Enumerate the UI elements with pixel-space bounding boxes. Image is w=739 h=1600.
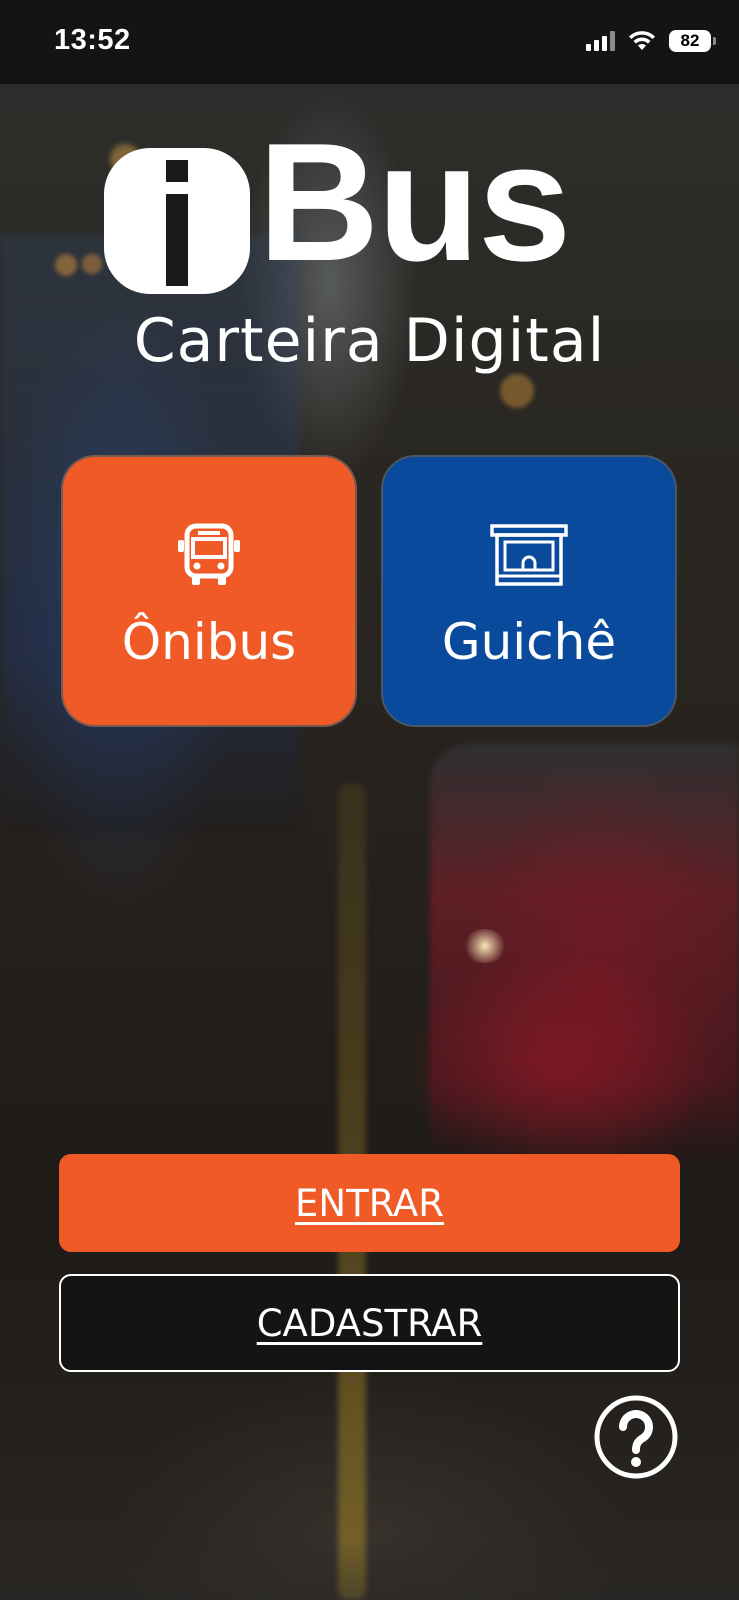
status-time: 13:52 (54, 24, 131, 56)
ticket-booth-icon (488, 521, 570, 589)
register-button[interactable]: CADASTRAR (59, 1274, 680, 1372)
login-button[interactable]: ENTRAR (59, 1154, 680, 1252)
status-bar: 13:52 82 (0, 0, 739, 84)
mode-onibus-button[interactable]: Ônibus (61, 455, 357, 727)
logo-brand-text: Bus (258, 108, 571, 296)
help-icon (594, 1395, 678, 1479)
mode-guiche-button[interactable]: Guichê (381, 455, 677, 727)
signal-icon (586, 31, 615, 51)
app-screen: 13:52 82 Bus Carteira Digital Ônibus Gui… (0, 0, 739, 1600)
battery-level: 82 (680, 31, 700, 50)
logo-i-badge (104, 148, 250, 294)
status-indicators: 82 (586, 30, 716, 52)
help-button[interactable] (593, 1394, 679, 1480)
battery-icon: 82 (669, 30, 716, 52)
app-subtitle: Carteira Digital (133, 306, 606, 376)
wifi-icon (629, 31, 655, 50)
mode-guiche-label: Guichê (441, 613, 617, 671)
bus-icon (174, 521, 244, 589)
mode-onibus-label: Ônibus (121, 613, 297, 671)
